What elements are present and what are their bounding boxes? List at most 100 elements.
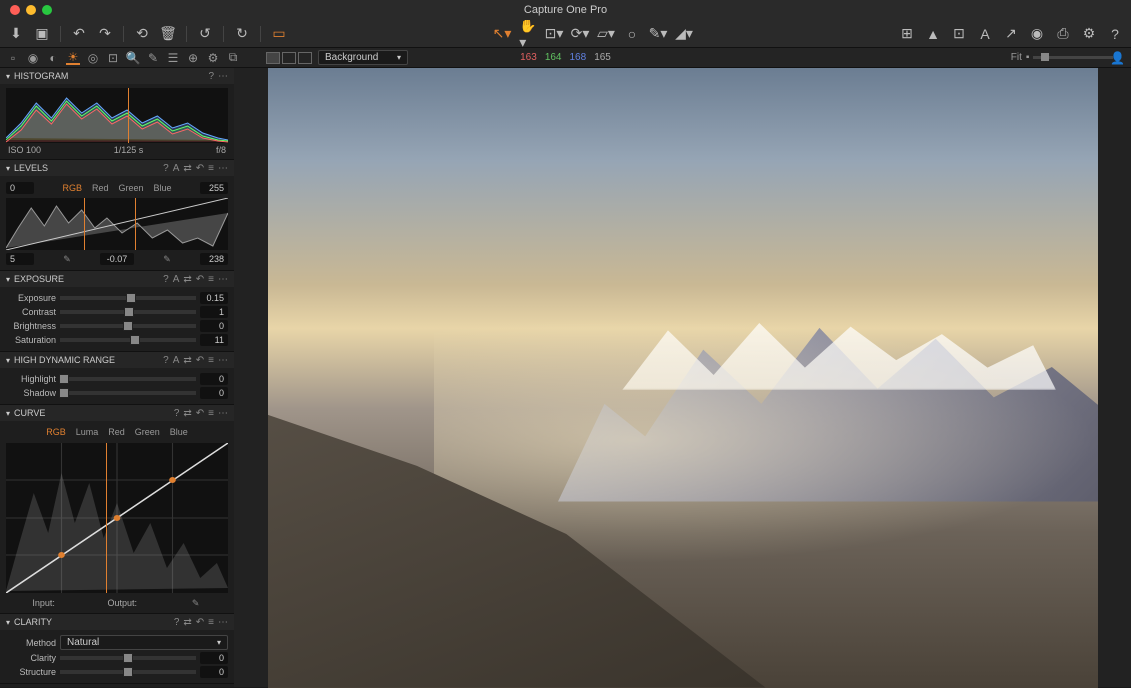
- variant-select[interactable]: Background▾: [318, 50, 408, 65]
- curve-editor[interactable]: [6, 443, 228, 593]
- collapse-icon[interactable]: ▾: [6, 618, 10, 627]
- zoom-out-icon[interactable]: ▪: [1026, 52, 1030, 63]
- collapse-icon[interactable]: ▾: [6, 164, 10, 173]
- collapse-icon[interactable]: ▾: [6, 409, 10, 418]
- exposure-tab-icon[interactable]: ☀: [66, 51, 80, 65]
- help-icon[interactable]: ?: [163, 163, 169, 174]
- clarity-value-0[interactable]: 0: [200, 652, 228, 664]
- fit-button[interactable]: Fit: [1011, 52, 1022, 63]
- tab-green[interactable]: Green: [135, 427, 160, 437]
- minimize-window-button[interactable]: [26, 5, 36, 15]
- adjustments-tab-icon[interactable]: ✎: [146, 51, 160, 65]
- help-icon[interactable]: ?: [1107, 26, 1123, 42]
- metadata-tab-icon[interactable]: ☰: [166, 51, 180, 65]
- reset-icon[interactable]: ↶: [196, 617, 204, 628]
- capture-icon[interactable]: ▣: [34, 26, 50, 42]
- highlight-picker-icon[interactable]: ✎: [161, 253, 173, 265]
- auto-icon[interactable]: A: [173, 274, 180, 285]
- exposure-slider-3[interactable]: [60, 338, 196, 342]
- hand-tool-icon[interactable]: ✋▾: [520, 26, 536, 42]
- rotate-left-icon[interactable]: ↺: [197, 26, 213, 42]
- shadow-picker-icon[interactable]: ✎: [61, 253, 73, 265]
- hdr-slider-0[interactable]: [60, 377, 196, 381]
- help-icon[interactable]: ?: [174, 617, 180, 628]
- focus-mask-icon[interactable]: ⊡: [951, 26, 967, 42]
- clarity-slider-0[interactable]: [60, 656, 196, 660]
- view-mode-browser-icon[interactable]: [266, 52, 280, 64]
- reset-icon[interactable]: ↶: [196, 355, 204, 366]
- zoom-window-button[interactable]: [42, 5, 52, 15]
- rotate-right-icon[interactable]: ↻: [234, 26, 250, 42]
- exposure-slider-2[interactable]: [60, 324, 196, 328]
- clarity-value-1[interactable]: 0: [200, 666, 228, 678]
- tab-blue[interactable]: Blue: [154, 183, 172, 193]
- crop-tab-icon[interactable]: ⊡: [106, 51, 120, 65]
- more-icon[interactable]: ⋯: [218, 274, 228, 285]
- hdr-value-1[interactable]: 0: [200, 387, 228, 399]
- before-after-icon[interactable]: ↗: [1003, 26, 1019, 42]
- proof-icon[interactable]: ◉: [1029, 26, 1045, 42]
- delete-icon[interactable]: 🗑: [160, 26, 176, 42]
- preset-icon[interactable]: ≡: [208, 408, 214, 419]
- print-icon[interactable]: ⎙: [1055, 26, 1071, 42]
- collapse-icon[interactable]: ▾: [6, 72, 10, 81]
- more-icon[interactable]: ⋯: [218, 355, 228, 366]
- preset-icon[interactable]: ≡: [208, 274, 214, 285]
- copy-icon[interactable]: ⇄: [183, 355, 191, 366]
- crop-tool-icon[interactable]: ⊡▾: [546, 26, 562, 42]
- annotation-icon[interactable]: A: [977, 26, 993, 42]
- more-icon[interactable]: ⋯: [218, 163, 228, 174]
- details-tab-icon[interactable]: 🔍: [126, 51, 140, 65]
- quick-tab-icon[interactable]: ⧉: [226, 51, 240, 65]
- copy-icon[interactable]: ⇄: [183, 163, 191, 174]
- levels-out-low[interactable]: 5: [6, 253, 34, 265]
- more-icon[interactable]: ⋯: [218, 71, 228, 82]
- levels-out-high[interactable]: 238: [200, 253, 228, 265]
- tab-blue[interactable]: Blue: [170, 427, 188, 437]
- more-icon[interactable]: ⋯: [218, 617, 228, 628]
- zoom-slider[interactable]: [1033, 56, 1113, 59]
- tab-rgb[interactable]: RGB: [62, 183, 82, 193]
- copy-icon[interactable]: ⇄: [183, 274, 191, 285]
- output-tab-icon[interactable]: ⊕: [186, 51, 200, 65]
- copy-icon[interactable]: ⇄: [183, 617, 191, 628]
- mask-tool-icon[interactable]: ✎▾: [650, 26, 666, 42]
- exposure-value-0[interactable]: 0.15: [200, 292, 228, 304]
- preferences-icon[interactable]: ⚙: [1081, 26, 1097, 42]
- process-icon[interactable]: ▭: [271, 26, 287, 42]
- clarity-method-select[interactable]: Natural▾: [60, 635, 228, 650]
- view-mode-viewer-icon[interactable]: [282, 52, 296, 64]
- tab-rgb[interactable]: RGB: [46, 427, 66, 437]
- reset-icon[interactable]: ⟲: [134, 26, 150, 42]
- help-icon[interactable]: ?: [163, 274, 169, 285]
- batch-tab-icon[interactable]: ⚙: [206, 51, 220, 65]
- view-mode-full-icon[interactable]: [298, 52, 312, 64]
- reset-icon[interactable]: ↶: [196, 408, 204, 419]
- grid-icon[interactable]: ⊞: [899, 26, 915, 42]
- keystone-tool-icon[interactable]: ▱▾: [598, 26, 614, 42]
- levels-in-low[interactable]: 0: [6, 182, 34, 194]
- exposure-warning-icon[interactable]: ▲: [925, 26, 941, 42]
- levels-in-high[interactable]: 255: [200, 182, 228, 194]
- hdr-slider-1[interactable]: [60, 391, 196, 395]
- curve-picker-icon[interactable]: ✎: [190, 597, 202, 609]
- close-window-button[interactable]: [10, 5, 20, 15]
- levels-gamma[interactable]: -0.07: [100, 253, 134, 265]
- auto-icon[interactable]: A: [173, 355, 180, 366]
- preset-icon[interactable]: ≡: [208, 355, 214, 366]
- eraser-tool-icon[interactable]: ◢▾: [676, 26, 692, 42]
- redo-icon[interactable]: ↷: [97, 26, 113, 42]
- exposure-value-2[interactable]: 0: [200, 320, 228, 332]
- tab-green[interactable]: Green: [119, 183, 144, 193]
- preset-icon[interactable]: ≡: [208, 163, 214, 174]
- reset-icon[interactable]: ↶: [196, 163, 204, 174]
- color-tab-icon[interactable]: ◐: [46, 51, 60, 65]
- user-icon[interactable]: 👤: [1110, 51, 1125, 65]
- collapse-icon[interactable]: ▾: [6, 356, 10, 365]
- tab-red[interactable]: Red: [92, 183, 109, 193]
- help-icon[interactable]: ?: [163, 355, 169, 366]
- hdr-value-0[interactable]: 0: [200, 373, 228, 385]
- cursor-tool-icon[interactable]: ↖▾: [494, 26, 510, 42]
- clarity-slider-1[interactable]: [60, 670, 196, 674]
- exposure-value-3[interactable]: 11: [200, 334, 228, 346]
